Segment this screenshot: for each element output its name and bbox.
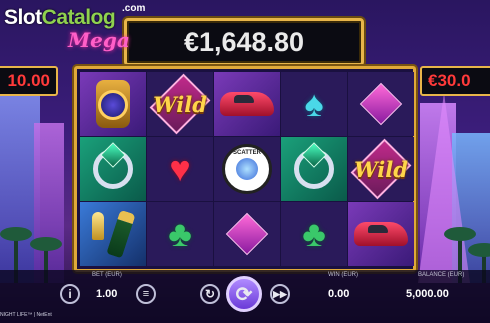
reel-frame: Wild ♠ ♥ SCATTER Wild ♣ ♣ [74, 66, 416, 272]
spade-icon: ♠ [304, 83, 324, 124]
club-icon: ♣ [302, 213, 326, 254]
reel-cell [281, 137, 347, 201]
logo-tld: .com [122, 3, 146, 14]
reel-grid: Wild ♠ ♥ SCATTER Wild ♣ ♣ [80, 72, 414, 266]
info-button[interactable]: i [60, 284, 80, 304]
game-footer: NIGHT LIFE™ | NetEnt [0, 312, 52, 318]
ring-icon [294, 142, 334, 189]
reel-cell: ♥ [147, 137, 213, 201]
logo-text: SlotCatalog [4, 6, 116, 29]
jackpot-main-display: €1,648.80 [124, 18, 364, 66]
diamond-icon [225, 212, 269, 256]
brand-logo: SlotCatalog .com Mega [4, 3, 145, 52]
glass-icon [92, 212, 104, 240]
car-icon [354, 222, 408, 246]
jackpot-left: 10.00 [0, 66, 58, 96]
reel-cell: SCATTER [214, 137, 280, 201]
reel-cell [80, 72, 146, 136]
bet-value[interactable]: 1.00 [96, 288, 117, 300]
champagne-icon [106, 209, 136, 259]
turbo-button[interactable]: ▶▶ [270, 284, 290, 304]
win-value: 0.00 [328, 288, 350, 300]
reel-cell: ♠ [281, 72, 347, 136]
eiffel-tower [418, 93, 470, 283]
club-icon: ♣ [168, 213, 192, 254]
coins-icon[interactable]: ≡ [136, 284, 156, 304]
reel-cell [348, 202, 414, 266]
reel-cell: Wild [348, 137, 414, 201]
reel-cell [214, 202, 280, 266]
balance-label: BALANCE (EUR) [418, 272, 465, 278]
jackpot-right: €30.0 [420, 66, 490, 96]
game-scene: 10.00 €30.0 €1,648.80 SlotCatalog .com M… [0, 0, 490, 323]
balance-value: 5,000.00 [406, 288, 449, 300]
reel-cell: ♣ [281, 202, 347, 266]
reel-cell: ♣ [147, 202, 213, 266]
autoplay-button[interactable]: ↻ [200, 284, 220, 304]
ring-icon [93, 142, 133, 189]
watch-icon [96, 80, 130, 128]
scatter-label: SCATTER [233, 150, 261, 156]
car-icon [220, 92, 274, 116]
spin-button[interactable]: ⟳ [226, 276, 262, 312]
reel-cell [348, 72, 414, 136]
win-label: WIN (EUR) [328, 272, 358, 278]
heart-icon: ♥ [169, 148, 191, 189]
reel-cell [214, 72, 280, 136]
city-building [34, 123, 64, 283]
scatter-chip-icon: SCATTER [222, 144, 272, 194]
reel-cell [80, 202, 146, 266]
diamond-icon [359, 82, 403, 126]
wild-symbol: Wild [354, 156, 408, 182]
bet-label: BET (EUR) [92, 272, 122, 278]
game-logo: Mega [68, 28, 130, 52]
reel-cell [80, 137, 146, 201]
reel-cell: Wild [147, 72, 213, 136]
wild-symbol: Wild [153, 91, 207, 117]
jackpot-main-value: €1,648.80 [183, 26, 305, 57]
